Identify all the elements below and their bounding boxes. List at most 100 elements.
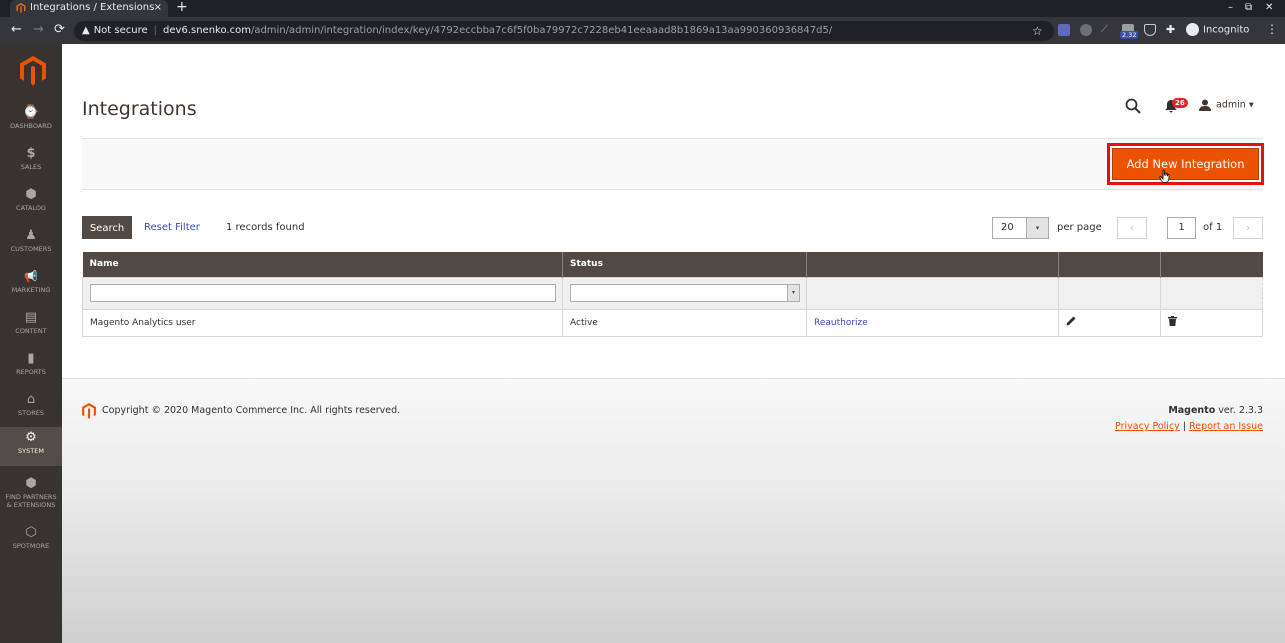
nav-reports[interactable]: ▮ REPORTS <box>0 348 62 388</box>
delete-cell <box>1160 308 1263 337</box>
reauthorize-cell: Reauthorize <box>806 308 1059 337</box>
search-icon[interactable] <box>1125 98 1141 114</box>
url-separator: | <box>153 25 158 36</box>
reauthorize-link[interactable]: Reauthorize <box>814 318 868 328</box>
new-tab-button[interactable]: + <box>176 0 188 15</box>
nav-label: CUSTOMERS <box>10 245 52 253</box>
store-icon: ⌂ <box>26 392 36 407</box>
nav-label: DASHBOARD <box>10 122 52 130</box>
version-info: Magento ver. 2.3.3 <box>1168 405 1263 416</box>
pencil-icon[interactable] <box>1066 316 1076 326</box>
cube-icon: ⬢ <box>25 187 37 202</box>
next-page-button[interactable]: › <box>1233 217 1263 239</box>
dashboard-icon: ⌚ <box>22 105 40 120</box>
browser-tab-strip: Integrations / Extensions × + – ⧉ ✕ <box>0 0 1285 17</box>
table-row: Magento Analytics user Active Reauthoriz… <box>82 308 1263 337</box>
megaphone-icon: 📢 <box>24 270 38 283</box>
grid-header-row: Name Status <box>82 252 1263 277</box>
dollar-icon: $ <box>26 146 36 161</box>
integration-name: Magento Analytics user <box>82 308 563 337</box>
nav-system[interactable]: ⚙ SYSTEM <box>0 427 62 466</box>
forward-button[interactable]: → <box>33 22 44 38</box>
translate-extension-icon[interactable] <box>1058 24 1070 36</box>
name-filter-input[interactable] <box>90 284 556 302</box>
magento-brand: Magento <box>1168 405 1216 416</box>
filter-cell-empty <box>806 276 1059 310</box>
page-number-input[interactable]: 1 <box>1167 217 1196 239</box>
link-separator: | <box>1179 421 1190 432</box>
nav-dashboard[interactable]: ⌚ DASHBOARD <box>0 102 62 142</box>
bar-chart-icon: ▮ <box>27 351 35 366</box>
incognito-icon <box>1186 23 1199 36</box>
highlight-box: Add New Integration <box>1107 143 1264 185</box>
report-issue-link[interactable]: Report an Issue <box>1189 421 1263 432</box>
trash-icon[interactable] <box>1168 316 1177 326</box>
nav-label: SALES <box>20 163 42 171</box>
shield-extension-icon[interactable] <box>1144 24 1156 36</box>
nav-marketing[interactable]: 📢 MARKETING <box>0 266 62 306</box>
reset-filter-link[interactable]: Reset Filter <box>144 222 200 233</box>
tab-title: Integrations / Extensions <box>30 2 155 13</box>
admin-user-menu[interactable]: admin ▾ <box>1199 99 1254 111</box>
page-actions-bar <box>82 138 1263 190</box>
status-filter-select[interactable]: ▾ <box>570 284 800 302</box>
filter-cell-status: ▾ <box>562 276 807 310</box>
column-header-status[interactable]: Status <box>562 252 807 277</box>
hexagon-icon: ⬡ <box>25 525 37 540</box>
magento-footer-logo-icon <box>82 403 96 419</box>
warning-icon: ▲ <box>82 25 90 36</box>
address-bar[interactable]: ▲ Not secure | dev6.snenko.com/admin/admin/… <box>74 21 1054 41</box>
user-icon <box>1199 99 1211 111</box>
column-header-action <box>806 252 1059 277</box>
reload-button[interactable]: ⟳ <box>54 22 65 38</box>
tab-close-icon[interactable]: × <box>154 0 162 16</box>
magento-logo-icon[interactable] <box>20 56 46 86</box>
puzzle-extensions-icon[interactable]: ✚ <box>1166 24 1178 36</box>
per-page-label: per page <box>1057 222 1102 233</box>
gear-icon: ⚙ <box>25 430 37 445</box>
nav-label: REPORTS <box>16 368 46 376</box>
pen-extension-icon[interactable]: ⟋ <box>1101 24 1113 36</box>
copyright-text: Copyright © 2020 Magento Commerce Inc. A… <box>102 405 401 416</box>
back-button[interactable]: ← <box>11 22 22 38</box>
admin-sidebar: ⌚ DASHBOARD $ SALES ⬢ CATALOG ♟ CUSTOMER… <box>0 44 62 643</box>
nav-label: MARKETING <box>11 286 51 294</box>
nav-spotmore[interactable]: ⬡ SPOTMORE <box>0 522 62 562</box>
chevron-down-icon: ▾ <box>1248 99 1254 111</box>
nav-sales[interactable]: $ SALES <box>0 143 62 183</box>
nav-customers[interactable]: ♟ CUSTOMERS <box>0 225 62 265</box>
filter-cell-empty <box>1160 276 1263 310</box>
filter-cell-empty <box>1058 276 1161 310</box>
chevron-down-icon: ▾ <box>787 285 799 301</box>
settings-extension-icon[interactable] <box>1080 24 1092 36</box>
window-close-button[interactable]: ✕ <box>1265 0 1273 16</box>
partners-cube-icon: ⬢ <box>25 476 37 491</box>
minimize-button[interactable]: – <box>1228 0 1233 16</box>
nav-label: STORES <box>18 409 44 417</box>
previous-page-button[interactable]: ‹ <box>1117 217 1147 239</box>
edit-cell <box>1058 308 1161 337</box>
browser-tab[interactable]: Integrations / Extensions × <box>10 0 168 17</box>
bookmark-star-icon[interactable]: ☆ <box>1032 23 1043 39</box>
column-header-name[interactable]: Name <box>82 252 563 277</box>
nav-stores[interactable]: ⌂ STORES <box>0 389 62 429</box>
incognito-indicator[interactable]: Incognito <box>1186 23 1249 38</box>
browser-toolbar: ← → ⟳ ▲ Not secure | dev6.snenko.com/admin/… <box>0 17 1285 44</box>
extension-badge: 2.32 <box>1120 31 1139 39</box>
restore-button[interactable]: ⧉ <box>1245 0 1252 16</box>
add-new-integration-button[interactable]: Add New Integration <box>1112 148 1259 180</box>
hand-cursor-icon <box>1159 169 1170 183</box>
nav-find-partners[interactable]: ⬢ FIND PARTNERS & EXTENSIONS <box>0 473 62 511</box>
integration-status: Active <box>562 308 807 337</box>
search-button[interactable]: Search <box>82 216 132 239</box>
grid-filter-row: ▾ <box>82 276 1263 310</box>
notification-badge: 26 <box>1172 98 1188 108</box>
person-icon: ♟ <box>25 228 37 243</box>
per-page-select[interactable]: 20 ▾ <box>992 217 1049 239</box>
nav-catalog[interactable]: ⬢ CATALOG <box>0 184 62 224</box>
privacy-policy-link[interactable]: Privacy Policy <box>1115 421 1180 432</box>
records-found: 1 records found <box>226 222 305 233</box>
browser-menu-icon[interactable]: ⋮ <box>1266 22 1278 36</box>
nav-label-line1: FIND PARTNERS <box>5 493 57 501</box>
nav-content[interactable]: ▤ CONTENT <box>0 307 62 347</box>
